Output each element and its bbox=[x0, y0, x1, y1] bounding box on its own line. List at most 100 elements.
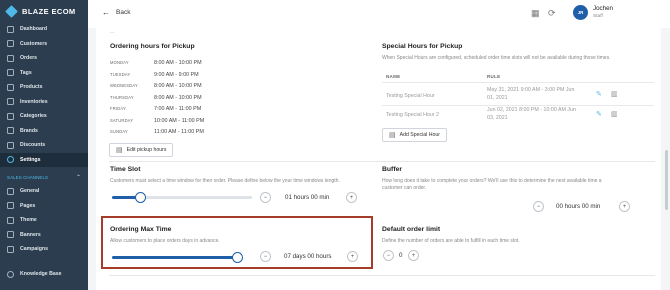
settings-icon bbox=[7, 156, 14, 164]
banners-icon bbox=[7, 231, 14, 239]
trash-icon[interactable]: ▥ bbox=[611, 90, 618, 98]
pickup-time: 11:00 AM - 11:00 PM bbox=[154, 129, 204, 135]
user-role: Staff bbox=[593, 14, 603, 19]
sidebar-item-discounts[interactable]: Discounts bbox=[0, 138, 88, 153]
orders-icon bbox=[7, 54, 14, 62]
pickup-day: WEDNESDAY bbox=[110, 83, 138, 88]
pickup-hours-row: THURSDAY 8:00 AM - 10:00 PM bbox=[110, 95, 250, 105]
pickup-hours-row: TUESDAY 9:00 AM - 9:00 PM bbox=[110, 72, 250, 82]
sidebar-item-knowledge-base[interactable]: Knowledge Base bbox=[0, 267, 88, 282]
clipped-text: ... bbox=[110, 29, 115, 35]
time-slot-slider[interactable] bbox=[112, 192, 252, 203]
special-hour-rule: Jun 02, 2021 8:00 PM - 10:00 AM Jun 03, … bbox=[487, 107, 576, 121]
campaigns-icon bbox=[7, 245, 14, 253]
pickup-hours-title: Ordering hours for Pickup bbox=[110, 43, 195, 50]
pickup-day: TUESDAY bbox=[110, 71, 131, 77]
pickup-time: 7:00 AM - 11:00 PM bbox=[154, 106, 202, 112]
chevron-up-icon: ⌃ bbox=[75, 174, 81, 181]
calendar-icon[interactable]: ▦ bbox=[531, 8, 540, 19]
pickup-day: THURSDAY bbox=[110, 94, 134, 100]
inventories-icon bbox=[7, 98, 14, 106]
time-slot-description: Customers must select a time window for … bbox=[110, 178, 340, 184]
sidebar-item-tags[interactable]: Tags bbox=[0, 66, 88, 81]
pickup-time: 8:00 AM - 10:00 PM bbox=[154, 83, 202, 89]
pickup-hours-row: SATURDAY 10:00 AM - 11:00 PM bbox=[110, 118, 250, 128]
buffer-value: 00 hours 00 min bbox=[556, 203, 601, 210]
pickup-hours-row: FRIDAY 7:00 AM - 11:00 PM bbox=[110, 106, 250, 116]
pickup-time: 8:00 AM - 10:00 PM bbox=[154, 60, 202, 66]
customers-icon bbox=[7, 40, 14, 48]
help-icon bbox=[7, 270, 14, 278]
sidebar-item-orders[interactable]: Orders bbox=[0, 51, 88, 66]
buffer-minus-button[interactable]: − bbox=[533, 201, 544, 212]
theme-icon bbox=[7, 216, 14, 224]
general-icon bbox=[7, 187, 14, 195]
pickup-time: 9:00 AM - 9:00 PM bbox=[154, 71, 199, 78]
pickup-hours-row: WEDNESDAY 8:00 AM - 10:00 PM bbox=[110, 83, 250, 93]
edit-pickup-hours-button[interactable]: ▤ Edit pickup hours bbox=[109, 143, 174, 157]
special-hour-name: Testing Special Hour 2 bbox=[386, 112, 439, 118]
time-slot-value: 01 hours 00 min bbox=[285, 194, 330, 201]
divider bbox=[382, 105, 654, 106]
products-icon bbox=[7, 83, 14, 91]
sidebar-item-products[interactable]: Products bbox=[0, 80, 88, 95]
time-slot-plus-button[interactable]: + bbox=[346, 192, 357, 203]
trash-icon[interactable]: ▥ bbox=[611, 110, 618, 118]
sidebar-item-dashboard[interactable]: Dashboard bbox=[0, 22, 88, 37]
buffer-description: How long does it take to complete your o… bbox=[382, 178, 602, 191]
order-limit-minus-button[interactable]: − bbox=[383, 250, 394, 261]
sidebar-item-banners[interactable]: Banners bbox=[0, 228, 88, 243]
column-header-name: NAME bbox=[386, 74, 401, 79]
sidebar-item-campaigns[interactable]: Campaigns bbox=[0, 242, 88, 257]
special-hour-rule: May 31, 2021 9:00 AM - 3:00 PM Jun 01, 2… bbox=[487, 87, 575, 101]
sidebar-item-brands[interactable]: Brands bbox=[0, 124, 88, 139]
pickup-hours-row: SUNDAY 11:00 AM - 11:00 PM bbox=[110, 129, 250, 139]
order-limit-value: 0 bbox=[399, 252, 403, 259]
back-button[interactable]: ← Back bbox=[102, 8, 130, 17]
sidebar-item-theme[interactable]: Theme bbox=[0, 213, 88, 228]
pages-icon bbox=[7, 202, 14, 210]
divider bbox=[382, 82, 654, 83]
sidebar-item-categories[interactable]: Categories bbox=[0, 109, 88, 124]
order-limit-description: Define the number of orders are able to … bbox=[382, 238, 520, 244]
brand-name: BLAZE ECOM bbox=[22, 6, 76, 16]
add-special-hour-button[interactable]: ▤ Add Special Hour bbox=[382, 128, 447, 142]
refresh-icon[interactable]: ⟳ bbox=[548, 8, 556, 19]
blaze-logo-icon bbox=[5, 4, 18, 18]
order-limit-title: Default order limit bbox=[382, 226, 441, 233]
categories-icon bbox=[7, 112, 14, 120]
edit-icon[interactable]: ✎ bbox=[596, 110, 602, 118]
buffer-title: Buffer bbox=[382, 166, 403, 173]
pickup-day: FRIDAY bbox=[110, 106, 126, 111]
special-hours-title: Special Hours for Pickup bbox=[382, 43, 463, 50]
time-slot-title: Time Slot bbox=[110, 166, 141, 173]
brand-logo[interactable]: BLAZE ECOM bbox=[0, 0, 88, 22]
discounts-icon bbox=[7, 141, 14, 149]
user-name: Jochen bbox=[593, 5, 613, 12]
sidebar-item-general[interactable]: General bbox=[0, 184, 88, 199]
calendar-icon: ▤ bbox=[389, 132, 396, 139]
calendar-icon: ▤ bbox=[116, 147, 123, 154]
slider-thumb[interactable] bbox=[134, 192, 146, 203]
edit-icon[interactable]: ✎ bbox=[596, 90, 602, 98]
special-hours-description: When Special Hours are configured, sched… bbox=[382, 55, 611, 61]
sidebar-item-settings[interactable]: Settings bbox=[0, 152, 88, 167]
pickup-day: MONDAY bbox=[110, 60, 129, 65]
pickup-time: 10:00 AM - 11:00 PM bbox=[154, 117, 205, 124]
time-slot-minus-button[interactable]: − bbox=[260, 192, 271, 203]
scrollbar[interactable] bbox=[665, 150, 668, 210]
section-divider bbox=[109, 161, 655, 162]
sidebar: BLAZE ECOM Dashboard Customers Orders Ta… bbox=[0, 0, 88, 290]
dashboard-icon bbox=[7, 25, 14, 33]
pickup-day: SATURDAY bbox=[110, 117, 134, 123]
brands-icon bbox=[7, 127, 14, 135]
sidebar-item-inventories[interactable]: Inventories bbox=[0, 95, 88, 110]
special-hour-name: Testing Special Hour bbox=[386, 93, 435, 99]
sales-channels-header[interactable]: SALES CHANNELS ⌃ bbox=[0, 170, 88, 184]
order-limit-plus-button[interactable]: + bbox=[408, 250, 419, 261]
top-bar: ← Back ▦ ⟳ JR Jochen Staff bbox=[88, 0, 670, 28]
sidebar-item-customers[interactable]: Customers bbox=[0, 37, 88, 52]
sidebar-item-pages[interactable]: Pages bbox=[0, 199, 88, 214]
buffer-plus-button[interactable]: + bbox=[619, 201, 630, 212]
avatar[interactable]: JR bbox=[573, 5, 588, 20]
